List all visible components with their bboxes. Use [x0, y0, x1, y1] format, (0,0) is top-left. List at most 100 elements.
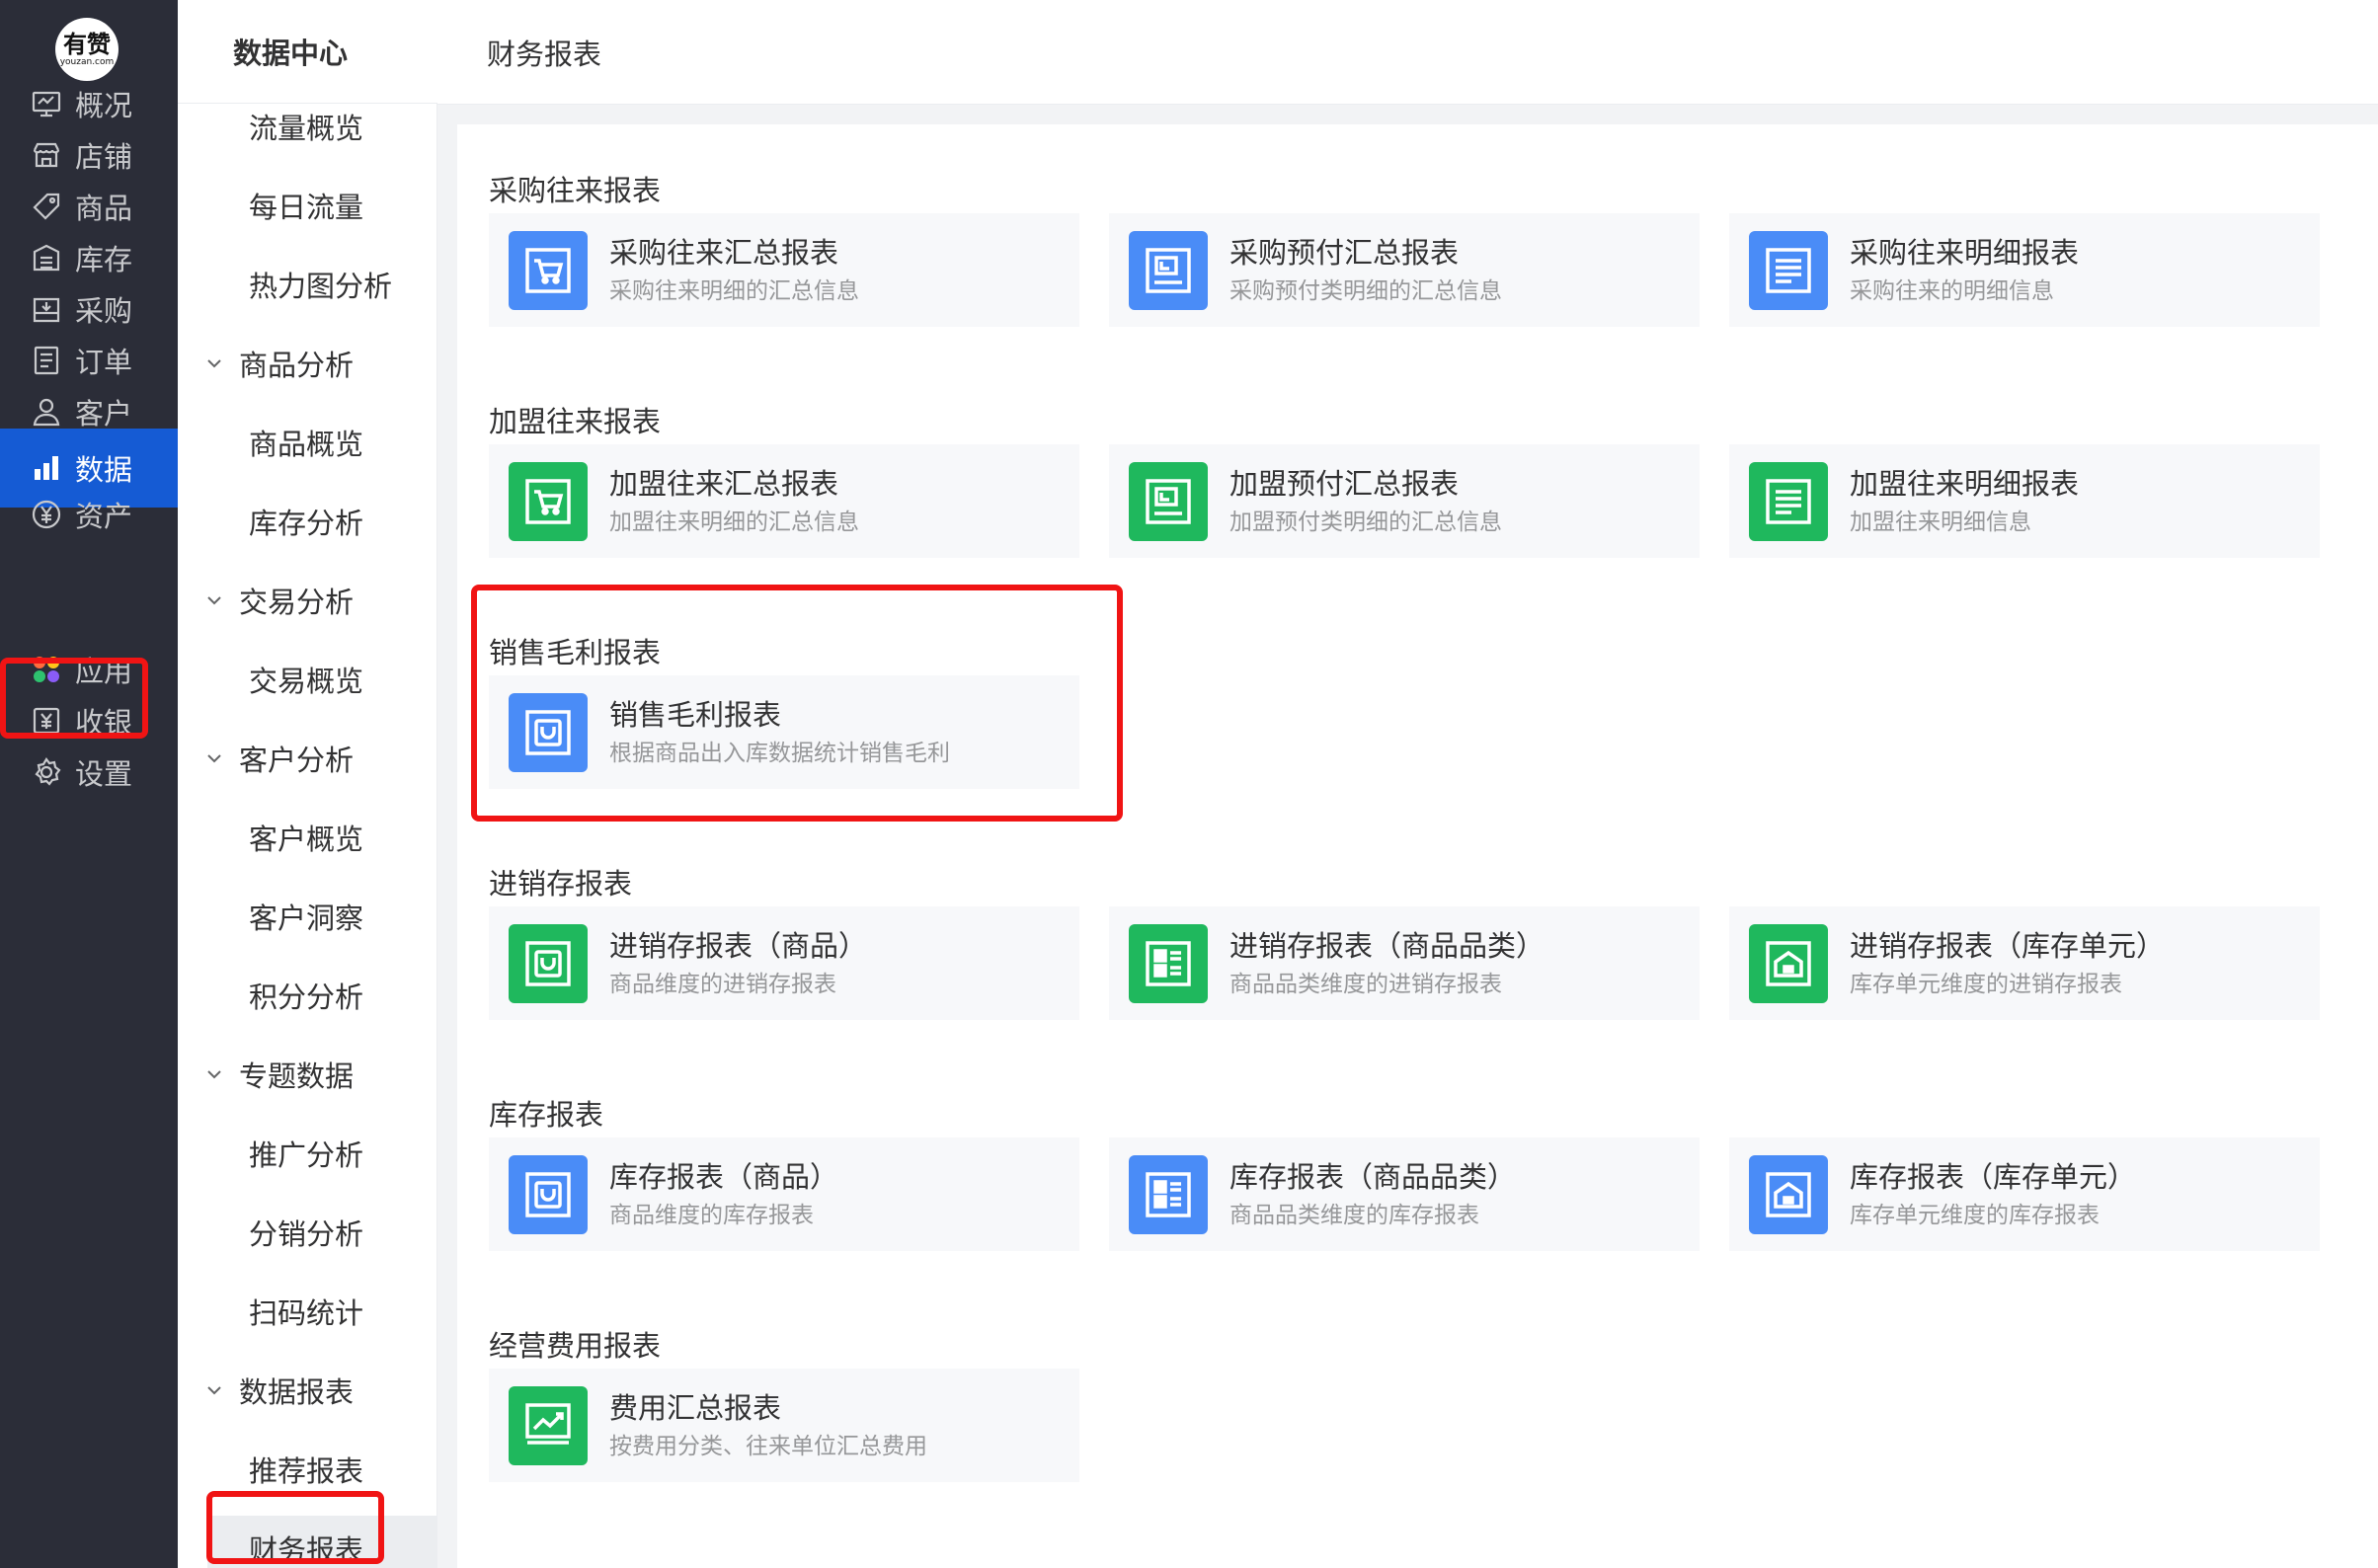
report-description: 商品维度的库存报表 — [609, 1202, 814, 1228]
report-card[interactable]: 采购往来汇总报表采购往来明细的汇总信息 — [489, 213, 1079, 327]
report-card[interactable]: 库存报表（库存单元） 库存单元维度的库存报表 — [1729, 1137, 2320, 1251]
report-text: 销售毛利报表 根据商品出入库数据统计销售毛利 — [609, 695, 950, 770]
report-text: 采购预付汇总报表 采购预付类明细的汇总信息 — [1229, 233, 1502, 308]
cart-icon — [509, 230, 588, 310]
report-card[interactable]: 加盟往来汇总报表加盟往来明细的汇总信息 — [489, 444, 1079, 558]
sidebar-item-label: 推广分析 — [249, 1138, 364, 1172]
chevron-down-icon — [201, 1061, 227, 1087]
cart-icon — [509, 461, 588, 541]
report-card[interactable]: 加盟预付汇总报表 加盟预付类明细的汇总信息 — [1109, 444, 1700, 558]
report-description: 商品维度的进销存报表 — [609, 971, 836, 997]
sidebar-item[interactable]: 财务报表 — [207, 1516, 437, 1568]
sidebar-item-label: 客户分析 — [239, 744, 355, 777]
report-description: 采购往来的明细信息 — [1850, 277, 2054, 304]
report-description: 按费用分类、往来单位汇总费用 — [609, 1433, 927, 1459]
report-description: 采购预付类明细的汇总信息 — [1229, 277, 1502, 304]
sidebar-item-label: 每日流量 — [249, 191, 364, 224]
secondary-sidebar: 数据中心 流量概览 每日流量 热力图分析 商品分析 商品概览 库存分析 交易分析 交易概览 客户… — [178, 0, 437, 1568]
sidebar-item[interactable]: 扫码统计 — [178, 1279, 437, 1344]
nav-item-label: 库存 — [75, 243, 133, 276]
sidebar-item-label: 交易分析 — [239, 586, 355, 619]
list-icon — [1749, 230, 1828, 310]
chevron-down-icon — [201, 588, 227, 613]
sidebar-item[interactable]: 商品概览 — [178, 410, 437, 475]
report-description: 根据商品出入库数据统计销售毛利 — [609, 740, 950, 766]
sidebar-group[interactable]: 专题数据 — [178, 1042, 437, 1107]
store-icon — [30, 138, 63, 172]
report-name: 库存报表（商品品类） — [1229, 1159, 1517, 1194]
prepay-icon — [1129, 230, 1208, 310]
report-card[interactable]: 采购预付汇总报表 采购预付类明细的汇总信息 — [1109, 213, 1700, 327]
report-card[interactable]: 采购往来明细报表采购往来的明细信息 — [1729, 213, 2320, 327]
sidebar-item-label: 商品分析 — [239, 349, 355, 382]
report-name: 采购往来明细报表 — [1850, 235, 2080, 270]
sidebar-group[interactable]: 客户分析 — [178, 726, 437, 791]
warehouse-unit-icon — [1749, 923, 1828, 1003]
category-icon — [1129, 923, 1208, 1003]
sidebar-item[interactable]: 每日流量 — [178, 173, 437, 238]
report-card[interactable]: 进销存报表（商品品类） 商品品类维度的进销存报表 — [1109, 906, 1700, 1020]
sidebar-item[interactable]: 客户概览 — [178, 805, 437, 870]
sidebar-item-label: 数据报表 — [239, 1375, 355, 1409]
report-description: 加盟往来明细信息 — [1850, 509, 2031, 535]
report-name: 采购往来汇总报表 — [609, 235, 839, 270]
logo-subtext: youzan.com — [59, 57, 115, 67]
nav-item-label: 应用 — [75, 655, 133, 688]
report-description: 加盟往来明细的汇总信息 — [609, 509, 859, 535]
report-text: 采购往来明细报表采购往来的明细信息 — [1850, 233, 2079, 308]
sidebar-item[interactable]: 客户洞察 — [178, 884, 437, 949]
nav-item-label: 收银 — [75, 706, 133, 740]
section-title: 采购往来报表 — [489, 174, 662, 207]
sidebar-group[interactable]: 交易分析 — [178, 568, 437, 633]
report-card[interactable]: 库存报表（商品品类） 商品品类维度的库存报表 — [1109, 1137, 1700, 1251]
report-card[interactable]: 进销存报表（库存单元） 库存单元维度的进销存报表 — [1729, 906, 2320, 1020]
sidebar-group[interactable]: 商品分析 — [178, 331, 437, 396]
sidebar-item-label: 库存分析 — [249, 507, 364, 540]
report-card[interactable]: 加盟往来明细报表 加盟往来明细信息 — [1729, 444, 2320, 558]
bag-icon — [509, 923, 588, 1003]
sidebar-item[interactable]: 热力图分析 — [178, 252, 437, 317]
sidebar-group[interactable]: 数据报表 — [178, 1358, 437, 1423]
sidebar-item[interactable]: 推荐报表 — [178, 1437, 437, 1502]
category-icon — [1129, 1154, 1208, 1234]
nav-item-label: 采购 — [75, 294, 133, 328]
bag-icon — [509, 1154, 588, 1234]
report-list: 采购往来报表采购往来汇总报表采购往来明细的汇总信息 采购预付汇总报表 采购预付类明细… — [457, 124, 2378, 1568]
report-text: 加盟往来明细报表 加盟往来明细信息 — [1850, 464, 2079, 539]
section-title: 销售毛利报表 — [489, 636, 662, 669]
report-text: 加盟预付汇总报表 加盟预付类明细的汇总信息 — [1229, 464, 1502, 539]
trend-icon — [509, 1385, 588, 1465]
chevron-down-icon — [201, 1377, 227, 1403]
report-description: 商品品类维度的库存报表 — [1229, 1202, 1479, 1228]
nav-item-assets[interactable]: 资产 — [0, 480, 178, 549]
report-text: 库存报表（商品品类） 商品品类维度的库存报表 — [1229, 1157, 1516, 1232]
sidebar-item[interactable]: 库存分析 — [178, 489, 437, 554]
report-card[interactable]: 销售毛利报表 根据商品出入库数据统计销售毛利 — [489, 675, 1079, 789]
report-name: 库存报表（库存单元） — [1850, 1159, 2137, 1194]
section-title: 库存报表 — [489, 1098, 604, 1132]
purchase-icon — [30, 292, 63, 326]
warehouse-icon — [30, 241, 63, 274]
sidebar-item[interactable]: 交易概览 — [178, 647, 437, 712]
monitor-icon — [30, 87, 63, 120]
nav-item-settings[interactable]: 设置 — [0, 738, 178, 807]
apps-icon — [30, 653, 63, 686]
report-text: 进销存报表（库存单元） 库存单元维度的进销存报表 — [1850, 926, 2165, 1001]
report-text: 库存报表（库存单元） 库存单元维度的库存报表 — [1850, 1157, 2136, 1232]
sidebar-item-label: 财务报表 — [249, 1533, 364, 1567]
report-name: 加盟往来汇总报表 — [609, 466, 839, 501]
page-header: 财务报表 — [437, 0, 2378, 105]
chevron-down-icon — [201, 745, 227, 771]
order-icon — [30, 344, 63, 377]
report-text: 费用汇总报表 按费用分类、往来单位汇总费用 — [609, 1388, 927, 1463]
logo-text: 有赞 — [63, 31, 111, 58]
report-card[interactable]: 库存报表（商品） 商品维度的库存报表 — [489, 1137, 1079, 1251]
report-description: 采购往来明细的汇总信息 — [609, 277, 859, 304]
sidebar-item[interactable]: 推广分析 — [178, 1121, 437, 1186]
sidebar-item[interactable]: 分销分析 — [178, 1200, 437, 1265]
sidebar-item-label: 扫码统计 — [249, 1296, 364, 1330]
warehouse-unit-icon — [1749, 1154, 1828, 1234]
sidebar-item[interactable]: 积分分析 — [178, 963, 437, 1028]
report-card[interactable]: 进销存报表（商品） 商品维度的进销存报表 — [489, 906, 1079, 1020]
report-card[interactable]: 费用汇总报表 按费用分类、往来单位汇总费用 — [489, 1369, 1079, 1482]
